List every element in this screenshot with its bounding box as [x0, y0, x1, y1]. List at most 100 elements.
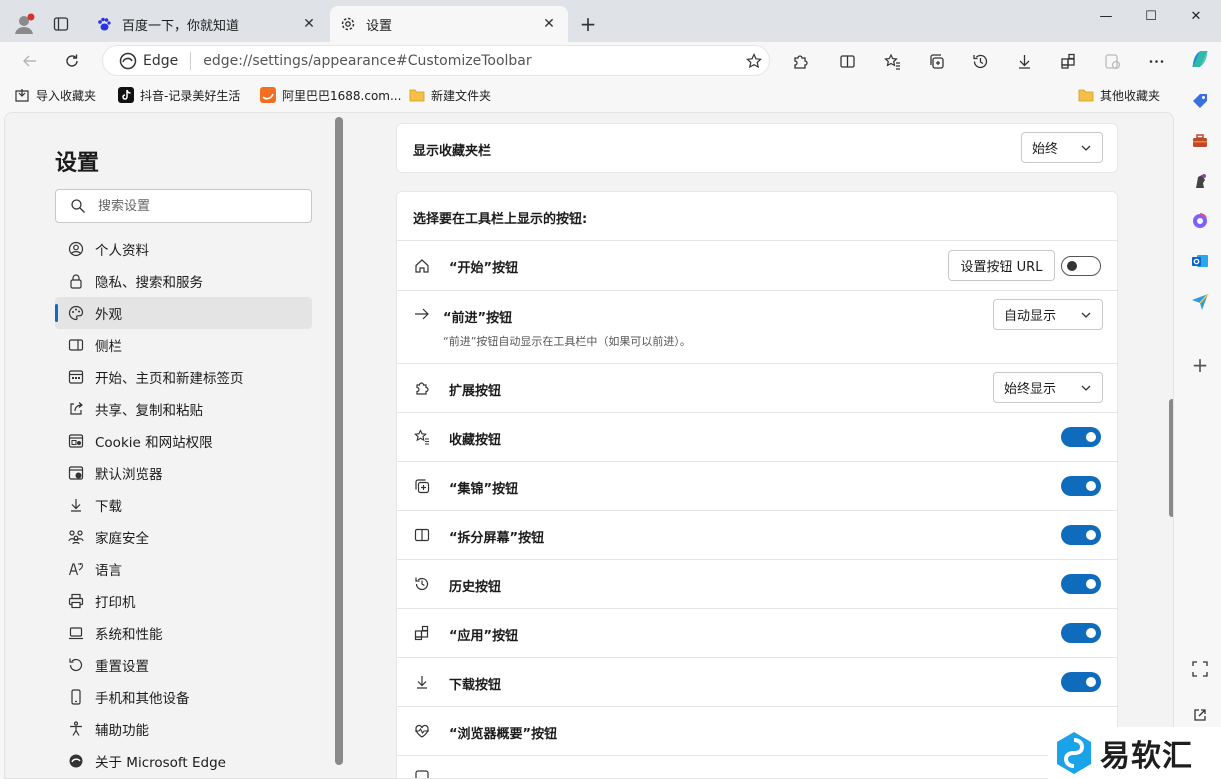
close-tab-icon[interactable]: ✕ — [300, 15, 318, 33]
other-favorites[interactable]: 其他收藏夹 — [1078, 85, 1160, 105]
tab-actions-icon[interactable] — [48, 11, 74, 37]
copilot-icon[interactable] — [1187, 46, 1213, 72]
sidebar-item-label: 打印机 — [95, 595, 136, 611]
main-scrollbar[interactable] — [1169, 399, 1173, 517]
browser-essentials-icon[interactable] — [1098, 47, 1126, 75]
maximize-button[interactable]: ☐ — [1129, 4, 1173, 28]
navigation-bar: Edge edge://settings/appearance#Customiz… — [0, 42, 1221, 80]
tab-settings[interactable]: 设置 ✕ — [330, 6, 568, 42]
sidebar-item-phone[interactable]: 手机和其他设备 — [55, 681, 312, 713]
send-icon[interactable] — [1187, 288, 1213, 314]
collections-button-toggle[interactable] — [1061, 476, 1101, 496]
sidebar-item-default-browser[interactable]: 默认浏览器 — [55, 457, 312, 489]
favorite-item[interactable]: 导入收藏夹 — [14, 85, 96, 105]
chevron-down-icon — [1081, 312, 1091, 318]
edge-icon — [67, 752, 85, 770]
sidebar-item-sidebar[interactable]: 侧栏 — [55, 329, 312, 361]
collections-icon — [413, 477, 431, 495]
tag-icon[interactable] — [1187, 88, 1213, 114]
download-icon[interactable] — [1010, 47, 1038, 75]
apps-icon[interactable] — [1054, 47, 1082, 75]
show-favorites-bar-dropdown[interactable]: 始终 — [1021, 132, 1103, 163]
search-settings-box[interactable] — [55, 189, 312, 223]
sidebar-item-start-home[interactable]: 开始、主页和新建标签页 — [55, 361, 312, 393]
forward-button-dropdown[interactable]: 自动显示 — [993, 299, 1103, 330]
download-icon — [67, 496, 85, 514]
extensions-button-dropdown[interactable]: 始终显示 — [993, 372, 1103, 403]
minimize-button[interactable]: — — [1084, 4, 1128, 28]
tab-title: 百度一下，你就知道 — [122, 18, 240, 34]
new-tab-button[interactable]: + — [576, 12, 600, 36]
title-bar: 百度一下，你就知道 ✕ 设置 ✕ + — ☐ ✕ — [0, 0, 1221, 46]
sidebar-item-cookies[interactable]: Cookie 和网站权限 — [55, 425, 312, 457]
favorite-item[interactable]: 新建文件夹 — [409, 85, 491, 105]
favorites-icon[interactable] — [878, 47, 906, 75]
close-window-button[interactable]: ✕ — [1174, 4, 1218, 28]
address-bar[interactable]: Edge edge://settings/appearance#Customiz… — [102, 45, 770, 76]
sidebar-item-downloads[interactable]: 下载 — [55, 489, 312, 521]
favorite-label: 新建文件夹 — [431, 88, 492, 103]
favorites-icon — [413, 428, 431, 446]
toolbar-row-favorites: 收藏按钮 — [397, 412, 1117, 461]
sidebar-item-about[interactable]: 关于 Microsoft Edge — [55, 745, 312, 777]
printer-icon — [67, 592, 85, 610]
url-text[interactable]: edge://settings/appearance#CustomizeTool… — [203, 53, 739, 69]
add-favorite-star-icon[interactable] — [739, 52, 769, 69]
open-external-icon[interactable] — [1187, 702, 1213, 728]
apps-icon — [413, 624, 431, 642]
settings-sidebar: 设置 个人资料 隐私、搜索和服务 外观 侧栏 — [5, 113, 343, 778]
home-button-toggle[interactable] — [1061, 256, 1101, 276]
favorite-item[interactable]: 抖音-记录美好生活 — [118, 85, 240, 105]
search-input[interactable] — [98, 198, 311, 214]
sidebar-item-label: Cookie 和网站权限 — [95, 435, 213, 451]
split-screen-icon[interactable] — [833, 47, 861, 75]
lock-icon — [67, 272, 85, 290]
row-description: “前进”按钮自动显示在工具栏中（如果可以前进）。 — [443, 335, 691, 348]
back-button[interactable] — [16, 47, 44, 75]
sidebar-item-family[interactable]: 家庭安全 — [55, 521, 312, 553]
sidebar-item-system[interactable]: 系统和性能 — [55, 617, 312, 649]
add-sidebar-app-icon[interactable]: + — [1187, 352, 1213, 378]
sidebar-item-privacy[interactable]: 隐私、搜索和服务 — [55, 265, 312, 297]
apps-button-toggle[interactable] — [1061, 623, 1101, 643]
downloads-button-toggle[interactable] — [1061, 672, 1101, 692]
history-icon — [413, 575, 431, 593]
toolbar-row-forward: “前进”按钮 “前进”按钮自动显示在工具栏中（如果可以前进）。 自动显示 — [397, 290, 1117, 363]
sidebar-item-appearance[interactable]: 外观 — [55, 297, 312, 329]
close-tab-icon[interactable]: ✕ — [540, 15, 558, 33]
history-button-toggle[interactable] — [1061, 574, 1101, 594]
toolbar-row-browser-essentials: “浏览器概要”按钮 — [397, 706, 1117, 755]
download-icon — [413, 673, 431, 691]
history-icon[interactable] — [966, 47, 994, 75]
more-menu-icon[interactable] — [1142, 47, 1170, 75]
refresh-button[interactable] — [58, 47, 86, 75]
screenshot-icon[interactable] — [1187, 656, 1213, 682]
sidebar-item-reset[interactable]: 重置设置 — [55, 649, 312, 681]
sidebar-scrollbar[interactable] — [335, 117, 343, 765]
section-heading: 选择要在工具栏上显示的按钮: — [413, 212, 588, 227]
toolbar-row-split-screen: “拆分屏幕”按钮 — [397, 510, 1117, 559]
tab-baidu[interactable]: 百度一下，你就知道 ✕ — [86, 6, 328, 42]
profile-avatar-icon[interactable] — [10, 10, 38, 38]
sidebar-item-label: 语言 — [95, 563, 122, 579]
sidebar-item-share[interactable]: 共享、复制和粘贴 — [55, 393, 312, 425]
favorite-item[interactable]: 阿里巴巴1688.com... — [260, 85, 401, 105]
sidebar-item-printers[interactable]: 打印机 — [55, 585, 312, 617]
toolbar-row-home: “开始”按钮 设置按钮 URL — [397, 240, 1117, 290]
extensions-puzzle-icon[interactable] — [786, 47, 814, 75]
toolbox-icon[interactable] — [1187, 128, 1213, 154]
favorites-button-toggle[interactable] — [1061, 427, 1101, 447]
microsoft-365-icon[interactable] — [1187, 208, 1213, 234]
set-button-url-button[interactable]: 设置按钮 URL — [948, 250, 1055, 281]
tab-title: 设置 — [366, 18, 393, 34]
outlook-icon[interactable] — [1187, 248, 1213, 274]
sidebar-item-language[interactable]: 语言 — [55, 553, 312, 585]
sidebar-item-accessibility[interactable]: 辅助功能 — [55, 713, 312, 745]
collections-icon[interactable] — [922, 47, 950, 75]
sidebar-item-label: 个人资料 — [95, 243, 149, 259]
home-icon — [413, 257, 431, 275]
sidebar-item-profile[interactable]: 个人资料 — [55, 233, 312, 265]
sidebar-item-label: 外观 — [95, 307, 122, 323]
split-screen-button-toggle[interactable] — [1061, 525, 1101, 545]
games-icon[interactable] — [1187, 168, 1213, 194]
